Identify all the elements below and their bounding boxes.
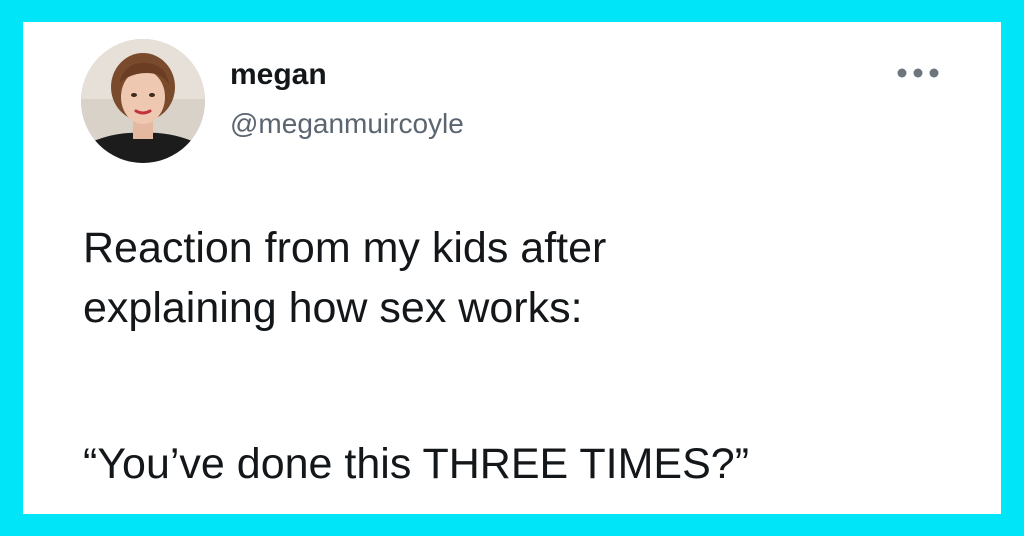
tweet-text-line: Reaction from my kids after: [83, 224, 607, 272]
display-name[interactable]: megan: [230, 58, 327, 92]
tweet-text: Reaction from my kids after explaining h…: [83, 218, 983, 338]
tweet-text-line: explaining how sex works:: [83, 284, 583, 332]
avatar[interactable]: [81, 39, 205, 163]
user-handle[interactable]: @meganmuircoyle: [230, 108, 464, 140]
tweet-quote: “You’ve done this THREE TIMES?”: [83, 440, 750, 488]
tweet-card: megan @meganmuircoyle Reaction from my k…: [23, 22, 1001, 514]
avatar-photo-icon: [81, 39, 205, 163]
more-horizontal-icon: [897, 68, 939, 78]
more-options-button[interactable]: [893, 58, 943, 88]
